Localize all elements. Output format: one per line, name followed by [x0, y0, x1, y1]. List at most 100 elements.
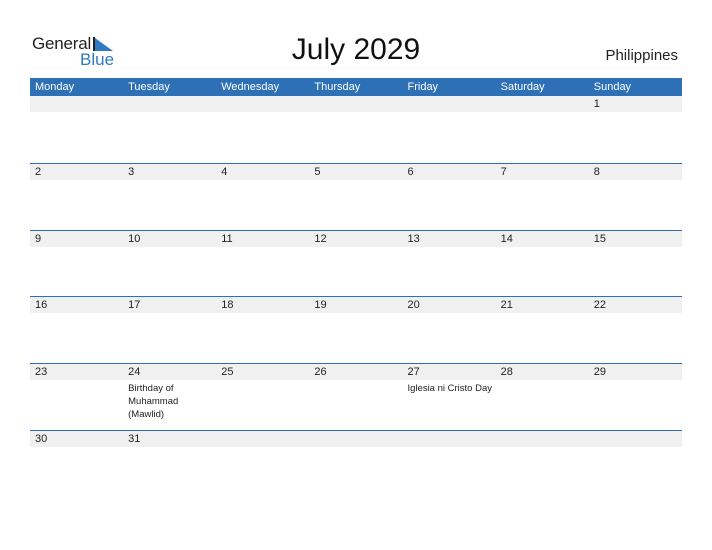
day-number: 1	[593, 98, 600, 110]
day-number: 27	[407, 366, 420, 378]
day-number: 24	[128, 366, 141, 378]
day-number: 10	[128, 233, 141, 245]
day-cell	[123, 96, 216, 163]
day-number	[501, 431, 589, 447]
day-number: 15	[593, 233, 606, 245]
day-cell	[216, 431, 309, 498]
day-number	[128, 96, 216, 112]
week-cells: 2 3 4 5 6 7 8	[30, 164, 682, 231]
day-cell	[496, 96, 589, 163]
day-cell	[216, 96, 309, 163]
day-cell: 1	[589, 96, 682, 163]
day-cell: 7	[496, 164, 589, 231]
day-number: 16	[35, 299, 48, 311]
day-number	[408, 96, 496, 112]
week-row: 23 24 Birthday of Muhammad (Mawlid) 25 26 27 I…	[30, 363, 682, 431]
day-number: 6	[407, 166, 414, 178]
day-number: 28	[500, 366, 513, 378]
day-number: 5	[314, 166, 321, 178]
week-cells: 30 31	[30, 431, 682, 498]
day-number	[594, 431, 682, 447]
day-cell: 18	[216, 297, 309, 364]
week-row: 1	[30, 96, 682, 163]
day-number: 4	[221, 166, 228, 178]
day-number: 20	[407, 299, 420, 311]
day-cell: 12	[309, 231, 402, 298]
day-cell: 3	[123, 164, 216, 231]
day-cell: 17	[123, 297, 216, 364]
weekday-wednesday: Wednesday	[221, 81, 280, 93]
holiday-label: Iglesia ni Cristo Day	[407, 383, 492, 394]
day-number	[314, 96, 402, 112]
day-cell: 27 Iglesia ni Cristo Day	[403, 364, 496, 431]
day-cell	[403, 96, 496, 163]
day-cell: 25	[216, 364, 309, 431]
weekday-monday: Monday	[35, 81, 75, 93]
day-cell: 6	[403, 164, 496, 231]
day-number: 30	[35, 433, 48, 445]
day-cell: 31	[123, 431, 216, 498]
day-cell	[496, 431, 589, 498]
day-cell: 16	[30, 297, 123, 364]
day-cell: 22	[589, 297, 682, 364]
day-cell: 21	[496, 297, 589, 364]
day-cell	[309, 96, 402, 163]
day-number: 3	[128, 166, 135, 178]
day-cell: 11	[216, 231, 309, 298]
week-row: 30 31	[30, 430, 682, 498]
day-number: 2	[35, 166, 42, 178]
country-label: Philippines	[605, 47, 678, 64]
day-number: 7	[500, 166, 507, 178]
day-cell: 10	[123, 231, 216, 298]
day-cell: 26	[309, 364, 402, 431]
weekday-tuesday: Tuesday	[128, 81, 170, 93]
day-number: 13	[407, 233, 420, 245]
week-row: 16 17 18 19 20 21 22	[30, 296, 682, 364]
day-cell	[30, 96, 123, 163]
day-number	[408, 431, 496, 447]
day-number: 21	[500, 299, 513, 311]
week-cells: 23 24 Birthday of Muhammad (Mawlid) 25 26 27 I…	[30, 364, 682, 431]
day-cell: 29	[589, 364, 682, 431]
weekday-thursday: Thursday	[314, 81, 361, 93]
day-number: 14	[500, 233, 513, 245]
day-cell: 24 Birthday of Muhammad (Mawlid)	[123, 364, 216, 431]
day-number	[501, 96, 589, 112]
week-cells: 1	[30, 96, 682, 163]
day-cell: 19	[309, 297, 402, 364]
day-cell	[589, 431, 682, 498]
day-cell: 20	[403, 297, 496, 364]
week-row: 9 10 11 12 13 14 15	[30, 230, 682, 298]
weekday-sunday: Sunday	[593, 81, 632, 93]
day-number: 17	[128, 299, 141, 311]
weekday-saturday: Saturday	[500, 81, 545, 93]
day-cell: 5	[309, 164, 402, 231]
day-number: 23	[35, 366, 48, 378]
day-cell: 28	[496, 364, 589, 431]
day-number: 18	[221, 299, 234, 311]
week-row: 2 3 4 5 6 7 8	[30, 163, 682, 231]
day-number: 31	[128, 433, 141, 445]
day-cell	[309, 431, 402, 498]
day-number: 19	[314, 299, 327, 311]
holiday-label: Birthday of Muhammad (Mawlid)	[128, 383, 179, 420]
day-number	[221, 431, 309, 447]
day-number: 25	[221, 366, 234, 378]
day-cell: 8	[589, 164, 682, 231]
day-number: 22	[593, 299, 606, 311]
day-number	[314, 431, 402, 447]
day-number	[35, 96, 123, 112]
day-cell: 30	[30, 431, 123, 498]
day-number: 8	[593, 166, 600, 178]
weekday-friday: Friday	[407, 81, 439, 93]
day-cell: 2	[30, 164, 123, 231]
week-cells: 9 10 11 12 13 14 15	[30, 231, 682, 298]
day-cell: 9	[30, 231, 123, 298]
weekday-header: Monday Tuesday Wednesday Thursday Friday Satu…	[30, 78, 682, 96]
day-cell: 14	[496, 231, 589, 298]
day-number: 9	[35, 233, 42, 245]
day-cell: 13	[403, 231, 496, 298]
week-cells: 16 17 18 19 20 21 22	[30, 297, 682, 364]
day-number: 29	[593, 366, 606, 378]
day-cell	[403, 431, 496, 498]
